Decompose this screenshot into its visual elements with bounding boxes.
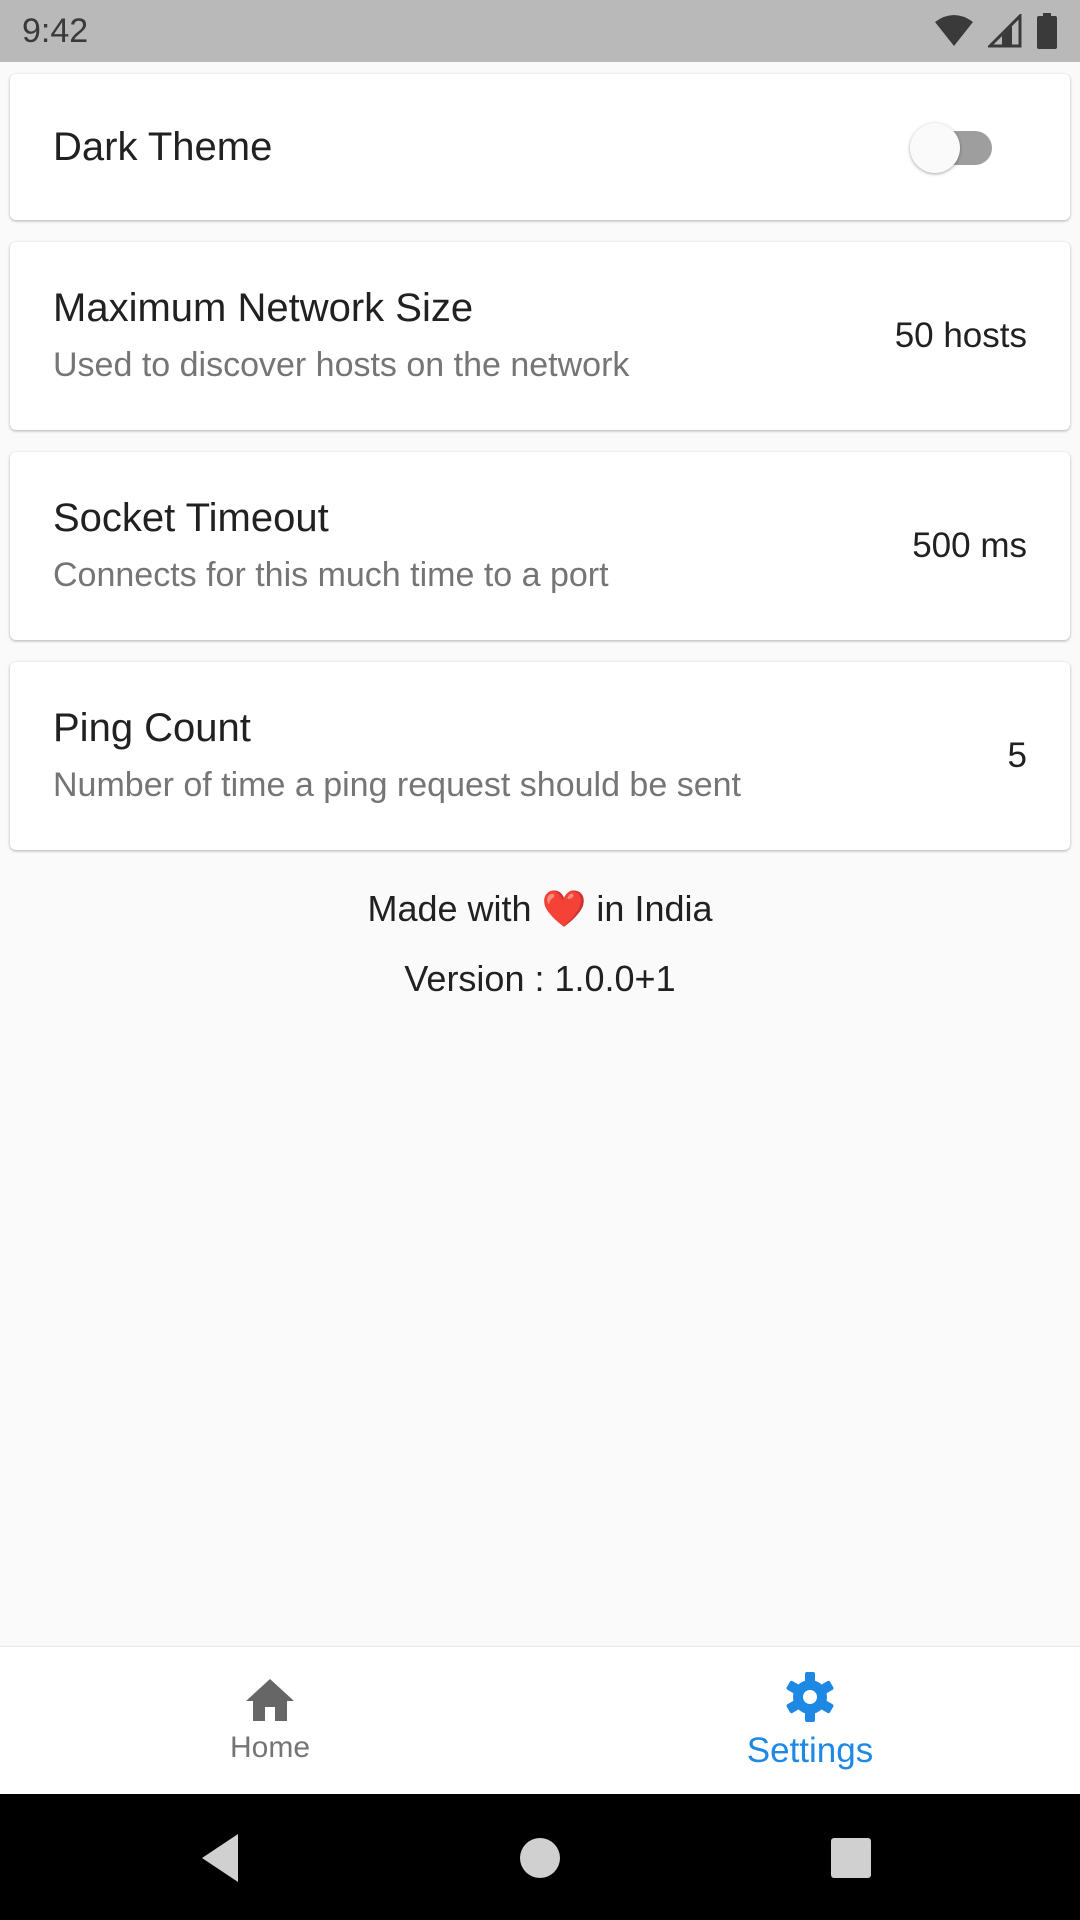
dark-theme-toggle[interactable] [898, 118, 1018, 178]
gear-icon [786, 1672, 834, 1722]
home-circle-icon[interactable] [510, 1828, 570, 1888]
cell-signal-icon [988, 14, 1022, 48]
nav-item-home[interactable]: Home [0, 1647, 540, 1795]
home-icon [246, 1679, 294, 1721]
version-text: Version : 1.0.0+1 [404, 958, 676, 999]
ping-count-value: 5 [1007, 736, 1027, 775]
ping-count-card[interactable]: Ping Count Number of time a ping request… [10, 662, 1070, 850]
socket-timeout-subtitle: Connects for this much time to a port [53, 556, 609, 594]
network-size-value: 50 hosts [894, 316, 1027, 355]
dark-theme-card[interactable]: Dark Theme [10, 74, 1070, 220]
network-size-card[interactable]: Maximum Network Size Used to discover ho… [10, 242, 1070, 430]
socket-timeout-value: 500 ms [912, 526, 1027, 565]
made-prefix: Made with [367, 888, 532, 929]
made-suffix: in India [596, 888, 713, 929]
nav-label-settings: Settings [746, 1731, 874, 1770]
system-navigation-bar [0, 1794, 1080, 1920]
ping-count-subtitle: Number of time a ping request should be … [53, 766, 741, 804]
back-icon[interactable] [194, 1828, 254, 1888]
recents-icon[interactable] [821, 1828, 881, 1888]
nav-label-home: Home [229, 1731, 311, 1764]
socket-timeout-title: Socket Timeout [53, 496, 329, 540]
status-time: 9:42 [22, 11, 89, 50]
nav-item-settings[interactable]: Settings [540, 1647, 1080, 1795]
network-size-subtitle: Used to discover hosts on the network [53, 346, 630, 384]
status-bar: 9:42 [0, 0, 1080, 62]
network-size-title: Maximum Network Size [53, 286, 474, 330]
wifi-icon [935, 15, 973, 46]
socket-timeout-card[interactable]: Socket Timeout Connects for this much ti… [10, 452, 1070, 640]
toggle-thumb [910, 123, 960, 173]
bottom-navigation: Home Settings [0, 1646, 1080, 1794]
heart-icon: ❤️ [541, 888, 587, 929]
battery-icon [1037, 13, 1057, 49]
ping-count-title: Ping Count [53, 706, 251, 750]
made-with-love-text: Made with ❤️ in India [0, 888, 1080, 930]
status-icons [934, 13, 1058, 49]
dark-theme-title: Dark Theme [53, 125, 273, 169]
